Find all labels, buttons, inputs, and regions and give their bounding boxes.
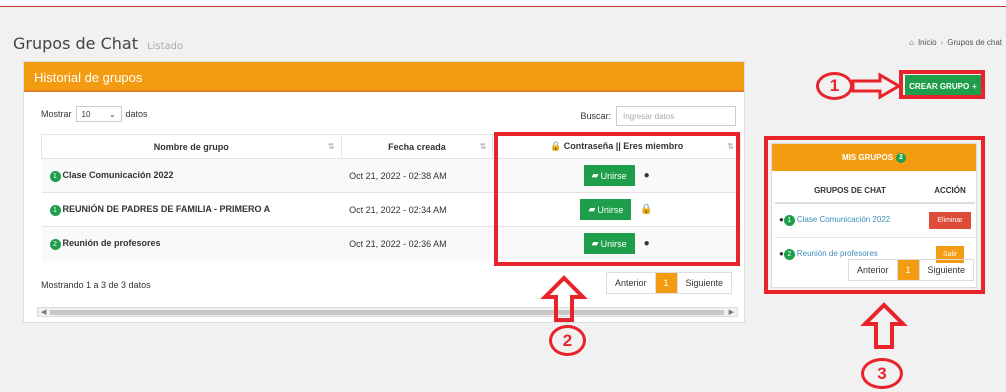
horizontal-scrollbar[interactable]: ◀ ▶	[37, 307, 738, 317]
created-date: Oct 21, 2022 - 02:34 AM	[341, 192, 493, 227]
show-suffix: datos	[125, 109, 148, 119]
annotation-3: 3	[861, 358, 903, 389]
annotation-2: 2	[549, 325, 586, 356]
group-name: Clase Comunicación 2022	[62, 169, 174, 180]
page-title: Grupos de Chat Listado	[13, 34, 183, 53]
annotation-1: 1	[816, 72, 853, 100]
next-button[interactable]: Siguiente	[678, 273, 732, 293]
sort-icon[interactable]: ⇅	[480, 142, 487, 151]
join-column-highlight	[494, 132, 740, 266]
breadcrumb-home-link[interactable]: Inicio	[918, 38, 937, 47]
sort-icon[interactable]: ⇅	[328, 142, 335, 151]
scroll-right-icon[interactable]: ▶	[729, 308, 734, 316]
top-border	[0, 0, 1006, 7]
chevron-down-icon: ⌄	[108, 109, 116, 119]
created-date: Oct 21, 2022 - 02:38 AM	[341, 158, 493, 193]
create-button-highlight	[899, 70, 985, 99]
previous-button[interactable]: Anterior	[607, 273, 656, 293]
up-arrow-icon	[540, 275, 588, 322]
page-1-button[interactable]: 1	[655, 273, 678, 293]
history-panel-header: Historial de grupos	[24, 62, 744, 92]
page-subtitle: Listado	[147, 41, 184, 52]
search-area: Buscar: Ingresar datos	[580, 106, 736, 126]
home-icon[interactable]: ⌂	[909, 38, 914, 47]
group-name: REUNIÓN DE PADRES DE FAMILIA - PRIMERO A	[62, 203, 271, 214]
count-badge: 1	[49, 204, 61, 216]
group-name: Reunión de profesores	[62, 237, 161, 248]
search-input[interactable]: Ingresar datos	[616, 106, 736, 126]
breadcrumb-separator: ›	[940, 38, 944, 47]
pagination: Anterior 1 Siguiente	[606, 272, 733, 294]
scroll-thumb[interactable]	[50, 310, 724, 315]
breadcrumb-current: Grupos de chat	[947, 38, 1002, 47]
column-group-name[interactable]: Nombre de grupo ⇅	[41, 134, 342, 159]
created-date: Oct 21, 2022 - 02:36 AM	[341, 226, 493, 261]
my-groups-highlight	[764, 136, 985, 294]
breadcrumb: ⌂ Inicio › Grupos de chat	[909, 38, 1002, 47]
count-badge: 1	[49, 170, 61, 182]
count-badge: 2	[49, 238, 61, 250]
right-arrow-icon	[851, 72, 902, 100]
column-date[interactable]: Fecha creada ⇅	[340, 134, 494, 159]
show-label: Mostrar	[41, 109, 72, 119]
page-title-text: Grupos de Chat	[13, 34, 138, 53]
table-info: Mostrando 1 a 3 de 3 datos	[41, 280, 151, 290]
search-label: Buscar:	[580, 111, 611, 121]
up-arrow-icon	[860, 302, 908, 349]
entries-selector: Mostrar 10 ⌄ datos	[41, 106, 148, 122]
scroll-left-icon[interactable]: ◀	[41, 308, 46, 316]
entries-select[interactable]: 10 ⌄	[75, 106, 122, 122]
